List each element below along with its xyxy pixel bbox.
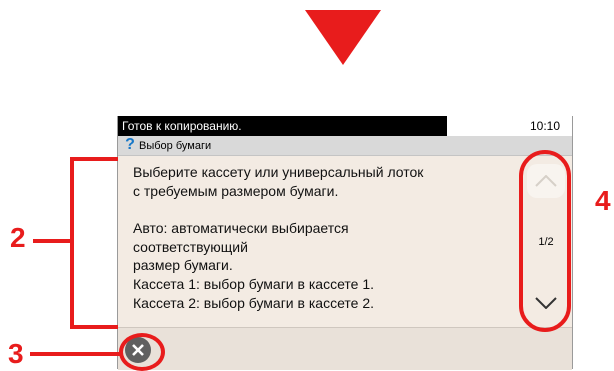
status-time: 10:10 (529, 119, 560, 133)
callout-2-leader (33, 239, 71, 243)
bottom-bar (118, 327, 572, 370)
help-icon[interactable]: ? (122, 137, 138, 153)
title-bar: ? Выбор бумаги (118, 136, 572, 156)
message-line: Авто: автоматически выбирается (133, 220, 349, 237)
status-bar: Готов к копированию. 10:10 (118, 116, 572, 136)
message-line: Кассета 2: выбор бумаги в кассете 2. (133, 294, 374, 311)
callout-2-bracket-vertical (70, 157, 74, 329)
message-line: размер бумаги. (133, 257, 233, 274)
screen-title: Выбор бумаги (139, 140, 212, 152)
message-line: Кассета 1: выбор бумаги в кассете 1. (133, 275, 374, 292)
message-line: Выберите кассету или универсальный лоток (133, 164, 424, 180)
callout-3-highlight (119, 333, 165, 371)
message-line: с требуемым размером бумаги. (133, 182, 339, 199)
status-message: Готов к копированию. (118, 116, 447, 136)
message-line: соответствующий (133, 238, 248, 255)
callout-4-highlight (519, 150, 571, 332)
down-arrow-indicator (305, 10, 381, 65)
help-message: Выберите кассету или универсальный лоток… (133, 163, 463, 312)
touch-panel-screen: Готов к копированию. 10:10 ? Выбор бумаг… (117, 116, 573, 370)
callout-2-label: 2 (10, 222, 26, 253)
callout-2-bracket-top (70, 157, 118, 161)
callout-4-label: 4 (595, 185, 611, 216)
callout-3-label: 3 (8, 338, 24, 369)
callout-3-leader (30, 352, 120, 356)
callout-2-bracket-bottom (70, 325, 118, 329)
